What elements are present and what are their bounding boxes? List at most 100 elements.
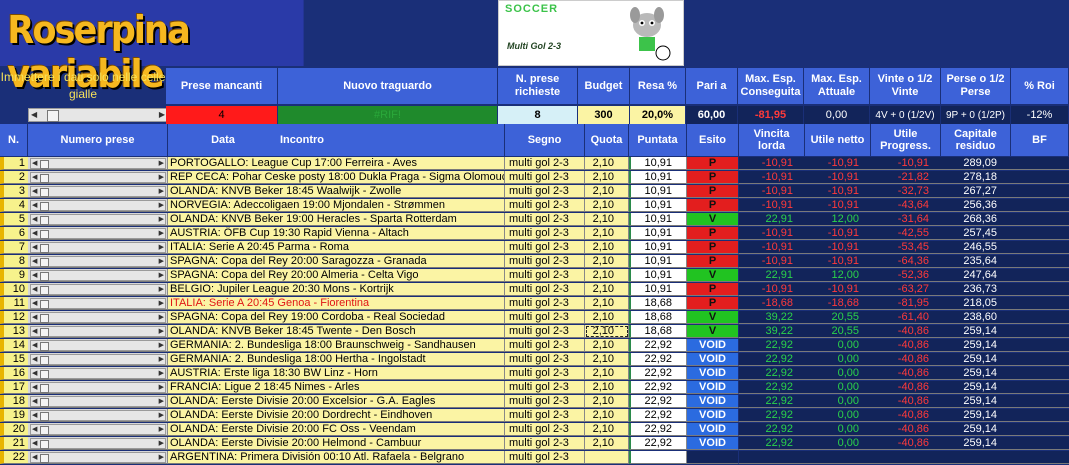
value-n-prese[interactable]: 8 (498, 106, 578, 124)
scroll-thumb[interactable] (40, 174, 49, 183)
quota-cell[interactable]: 2,10 (585, 227, 629, 240)
row-scrollbar[interactable]: ◀ ▶ (28, 185, 168, 198)
scroll-left-icon[interactable]: ◀ (31, 109, 37, 121)
esito-cell[interactable]: P (687, 199, 739, 212)
match-cell[interactable]: REP CECA: Pohar Ceske posty 18:00 Dukla … (168, 171, 505, 184)
scroll-left-icon[interactable]: ◀ (32, 229, 37, 239)
quota-cell[interactable]: 2,10 (585, 437, 629, 450)
row-scrollbar[interactable]: ◀ ▶ (28, 227, 168, 240)
esito-cell[interactable]: P (687, 241, 739, 254)
scroll-right-icon[interactable]: ▶ (159, 229, 164, 239)
segno-cell[interactable]: multi gol 2-3 (505, 157, 585, 170)
scroll-thumb[interactable] (40, 398, 49, 407)
scroll-thumb[interactable] (40, 272, 49, 281)
segno-cell[interactable]: multi gol 2-3 (505, 199, 585, 212)
scroll-left-icon[interactable]: ◀ (32, 355, 37, 365)
quota-cell[interactable]: 2,10 (585, 353, 629, 366)
quota-cell[interactable]: 2,10 (585, 199, 629, 212)
quota-cell[interactable]: 2,10 (585, 171, 629, 184)
row-scrollbar[interactable]: ◀ ▶ (28, 367, 168, 380)
scroll-left-icon[interactable]: ◀ (32, 271, 37, 281)
scroll-thumb[interactable] (40, 230, 49, 239)
scroll-right-icon[interactable]: ▶ (159, 425, 164, 435)
quota-cell[interactable]: 2,10 (585, 395, 629, 408)
row-scrollbar[interactable]: ◀ ▶ (28, 213, 168, 226)
scroll-right-icon[interactable]: ▶ (159, 299, 164, 309)
quota-cell[interactable]: 2,10 (585, 297, 629, 310)
match-cell[interactable]: ITALIA: Serie A 20:45 Parma - Roma (168, 241, 505, 254)
scroll-left-icon[interactable]: ◀ (32, 243, 37, 253)
segno-cell[interactable]: multi gol 2-3 (505, 283, 585, 296)
scroll-right-icon[interactable]: ▶ (159, 313, 164, 323)
esito-cell[interactable]: VOID (687, 423, 739, 436)
scroll-thumb[interactable] (40, 300, 49, 309)
row-scrollbar[interactable]: ◀ ▶ (28, 395, 168, 408)
scroll-right-icon[interactable]: ▶ (159, 243, 164, 253)
scroll-thumb[interactable] (40, 216, 49, 225)
quota-cell[interactable]: 2,10 (585, 157, 629, 170)
scroll-right-icon[interactable]: ▶ (159, 369, 164, 379)
match-cell[interactable]: SPAGNA: Copa del Rey 19:00 Cordoba - Rea… (168, 311, 505, 324)
esito-cell[interactable]: V (687, 311, 739, 324)
row-scrollbar[interactable]: ◀ ▶ (28, 297, 168, 310)
scroll-right-icon[interactable]: ▶ (159, 411, 164, 421)
quota-cell[interactable]: 2,10 (585, 241, 629, 254)
segno-cell[interactable]: multi gol 2-3 (505, 311, 585, 324)
scroll-thumb[interactable] (40, 426, 49, 435)
match-cell[interactable]: AUSTRIA: ÖFB Cup 19:30 Rapid Vienna - Al… (168, 227, 505, 240)
scroll-thumb[interactable] (40, 286, 49, 295)
scroll-right-icon[interactable]: ▶ (159, 215, 164, 225)
segno-cell[interactable]: multi gol 2-3 (505, 395, 585, 408)
quota-cell[interactable]: 2,10 (585, 339, 629, 352)
scroll-right-icon[interactable]: ▶ (159, 341, 164, 351)
segno-cell[interactable]: multi gol 2-3 (505, 255, 585, 268)
segno-cell[interactable]: multi gol 2-3 (505, 451, 585, 464)
match-cell[interactable]: SPAGNA: Copa del Rey 20:00 Almeria - Cel… (168, 269, 505, 282)
prese-scrollbar[interactable]: ◀ ▶ (28, 108, 168, 122)
row-scrollbar[interactable]: ◀ ▶ (28, 353, 168, 366)
esito-cell[interactable]: V (687, 325, 739, 338)
row-scrollbar[interactable]: ◀ ▶ (28, 451, 168, 464)
segno-cell[interactable]: multi gol 2-3 (505, 437, 585, 450)
row-scrollbar[interactable]: ◀ ▶ (28, 423, 168, 436)
match-cell[interactable]: GERMANIA: 2. Bundesliga 18:00 Hertha - I… (168, 353, 505, 366)
segno-cell[interactable]: multi gol 2-3 (505, 325, 585, 338)
segno-cell[interactable]: multi gol 2-3 (505, 367, 585, 380)
scroll-left-icon[interactable]: ◀ (32, 215, 37, 225)
quota-cell[interactable]: 2,10 (585, 213, 629, 226)
scroll-right-icon[interactable]: ▶ (159, 271, 164, 281)
scroll-thumb[interactable] (40, 188, 49, 197)
row-scrollbar[interactable]: ◀ ▶ (28, 269, 168, 282)
segno-cell[interactable]: multi gol 2-3 (505, 171, 585, 184)
quota-cell[interactable]: 2,10 (585, 381, 629, 394)
esito-cell[interactable]: VOID (687, 409, 739, 422)
row-scrollbar[interactable]: ◀ ▶ (28, 409, 168, 422)
scroll-thumb[interactable] (47, 110, 59, 122)
value-budget[interactable]: 300 (578, 106, 630, 124)
esito-cell[interactable]: P (687, 227, 739, 240)
scroll-thumb[interactable] (40, 454, 49, 463)
scroll-right-icon[interactable]: ▶ (159, 383, 164, 393)
quota-cell[interactable]: 2,10 (585, 283, 629, 296)
quota-cell[interactable]: 2,10 (585, 269, 629, 282)
esito-cell[interactable] (687, 451, 739, 464)
value-resa[interactable]: 20,0% (630, 106, 686, 124)
scroll-left-icon[interactable]: ◀ (32, 159, 37, 169)
match-cell[interactable]: SPAGNA: Copa del Rey 20:00 Saragozza - G… (168, 255, 505, 268)
esito-cell[interactable]: P (687, 255, 739, 268)
esito-cell[interactable]: P (687, 185, 739, 198)
match-cell[interactable]: OLANDA: Eerste Divisie 20:00 Excelsior -… (168, 395, 505, 408)
row-scrollbar[interactable]: ◀ ▶ (28, 311, 168, 324)
esito-cell[interactable]: VOID (687, 353, 739, 366)
scroll-right-icon[interactable]: ▶ (159, 397, 164, 407)
match-cell[interactable]: PORTOGALLO: League Cup 17:00 Ferreira - … (168, 157, 505, 170)
scroll-left-icon[interactable]: ◀ (32, 383, 37, 393)
esito-cell[interactable]: P (687, 297, 739, 310)
row-scrollbar[interactable]: ◀ ▶ (28, 241, 168, 254)
esito-cell[interactable]: P (687, 157, 739, 170)
scroll-left-icon[interactable]: ◀ (32, 369, 37, 379)
scroll-left-icon[interactable]: ◀ (32, 299, 37, 309)
esito-cell[interactable]: V (687, 269, 739, 282)
scroll-thumb[interactable] (40, 356, 49, 365)
scroll-left-icon[interactable]: ◀ (32, 327, 37, 337)
